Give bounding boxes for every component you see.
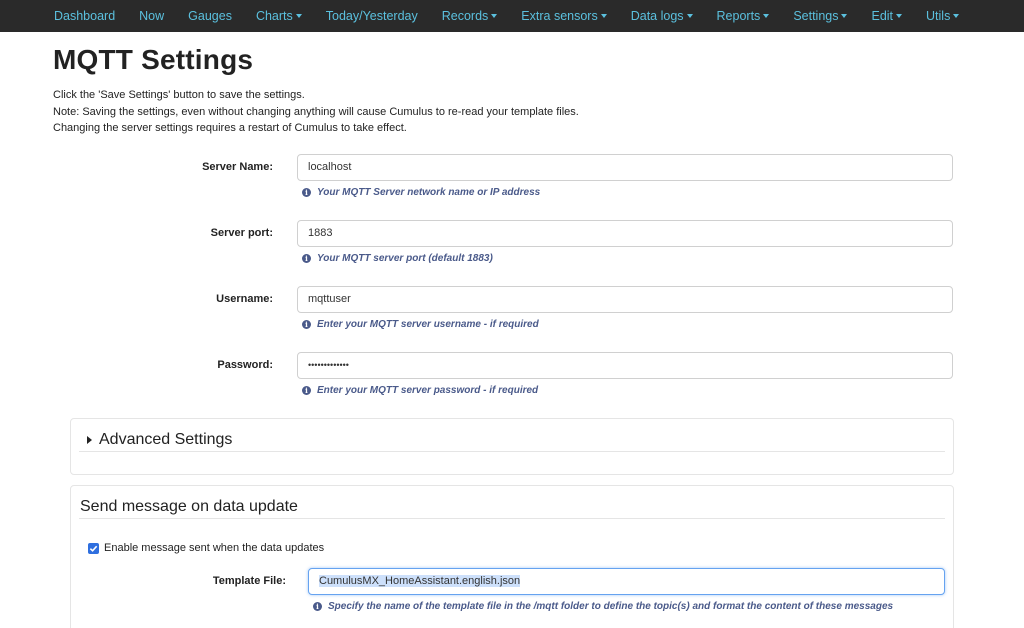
nav-label: Extra sensors <box>521 9 598 23</box>
username-input[interactable]: mqttuser <box>297 286 953 313</box>
nav-label: Gauges <box>188 9 232 23</box>
intro-line: Changing the server settings requires a … <box>53 122 407 134</box>
intro-line: Click the 'Save Settings' button to save… <box>53 89 305 101</box>
nav-charts[interactable]: Charts <box>256 9 302 23</box>
nav-label: Edit <box>871 9 894 23</box>
nav-label: Charts <box>255 9 293 23</box>
username-help: i Enter your MQTT server username - if re… <box>302 319 539 330</box>
template-file-value: CumulusMX_HomeAssistant.english.json <box>319 575 521 587</box>
nav-now[interactable]: Now <box>139 9 164 23</box>
help-text: Enter your MQTT server username - if req… <box>317 319 539 330</box>
nav-label: Now <box>139 9 165 23</box>
intro-text: Click the 'Save Settings' button to save… <box>53 87 579 137</box>
help-text: Your MQTT Server network name or IP addr… <box>317 187 541 198</box>
nav-label: Today/Yesterday <box>325 9 418 23</box>
help-text: Enter your MQTT server password - if req… <box>317 385 539 396</box>
nav-settings[interactable]: Settings <box>793 9 848 23</box>
server-port-help: i Your MQTT server port (default 1883) <box>302 253 493 264</box>
info-icon: i <box>302 188 311 197</box>
data-update-title: Send message on data update <box>80 498 298 515</box>
intro-line: Note: Saving the settings, even without … <box>53 105 579 118</box>
caret-down-icon <box>763 14 770 18</box>
info-icon: i <box>302 386 311 395</box>
caret-down-icon <box>491 14 498 18</box>
nav-data-logs[interactable]: Data logs <box>631 9 693 23</box>
template-file-label: Template File: <box>212 575 286 587</box>
caret-down-icon <box>686 14 693 18</box>
password-input[interactable]: ••••••••••••• <box>297 352 953 379</box>
template-file-input[interactable]: CumulusMX_HomeAssistant.english.json <box>308 568 945 595</box>
page-title: MQTT Settings <box>53 44 254 75</box>
caret-right-icon <box>87 435 92 444</box>
nav-records[interactable]: Records <box>442 9 498 23</box>
help-text: Your MQTT server port (default 1883) <box>317 253 493 264</box>
caret-down-icon <box>295 14 302 18</box>
server-name-label: Server Name: <box>202 161 273 173</box>
template-file-help: i Specify the name of the template file i… <box>313 601 893 612</box>
nav-edit[interactable]: Edit <box>871 9 903 23</box>
password-help: i Enter your MQTT server password - if re… <box>302 385 538 396</box>
advanced-settings-panel: Advanced Settings <box>70 418 954 475</box>
advanced-settings-toggle[interactable]: Advanced Settings <box>87 431 232 449</box>
enable-update-label: Enable message sent when the data update… <box>104 542 325 554</box>
username-label: Username: <box>216 293 273 305</box>
server-port-label: Server port: <box>210 227 273 239</box>
divider <box>79 518 945 519</box>
nav-utils[interactable]: Utils <box>926 9 960 23</box>
nav-label: Reports <box>716 9 761 23</box>
nav-extra-sensors[interactable]: Extra sensors <box>521 9 607 23</box>
nav-label: Dashboard <box>54 9 116 23</box>
caret-down-icon <box>841 14 848 18</box>
divider <box>79 451 945 452</box>
checkmark-icon <box>89 545 98 552</box>
info-icon: i <box>302 320 311 329</box>
nav-label: Settings <box>793 9 839 23</box>
nav-reports[interactable]: Reports <box>717 9 770 23</box>
nav-gauges[interactable]: Gauges <box>188 9 232 23</box>
caret-down-icon <box>600 14 607 18</box>
nav-dashboard[interactable]: Dashboard <box>54 9 115 23</box>
nav-label: Data logs <box>630 9 684 23</box>
password-label: Password: <box>217 359 273 371</box>
nav-label: Records <box>441 9 489 23</box>
info-icon: i <box>313 602 322 611</box>
help-text: Specify the name of the template file in… <box>328 601 894 612</box>
nav-label: Utils <box>926 9 951 23</box>
advanced-settings-title: Advanced Settings <box>99 431 233 448</box>
enable-update-checkbox[interactable] <box>88 543 99 554</box>
server-port-input[interactable]: 1883 <box>297 220 953 247</box>
top-navbar: Dashboard Now Gauges Charts Today/Yester… <box>0 0 1024 32</box>
info-icon: i <box>302 254 311 263</box>
nav-today-yesterday[interactable]: Today/Yesterday <box>326 9 418 23</box>
caret-down-icon <box>953 14 960 18</box>
server-name-help: i Your MQTT Server network name or IP add… <box>302 187 540 198</box>
caret-down-icon <box>896 14 903 18</box>
server-name-input[interactable]: localhost <box>297 154 953 181</box>
